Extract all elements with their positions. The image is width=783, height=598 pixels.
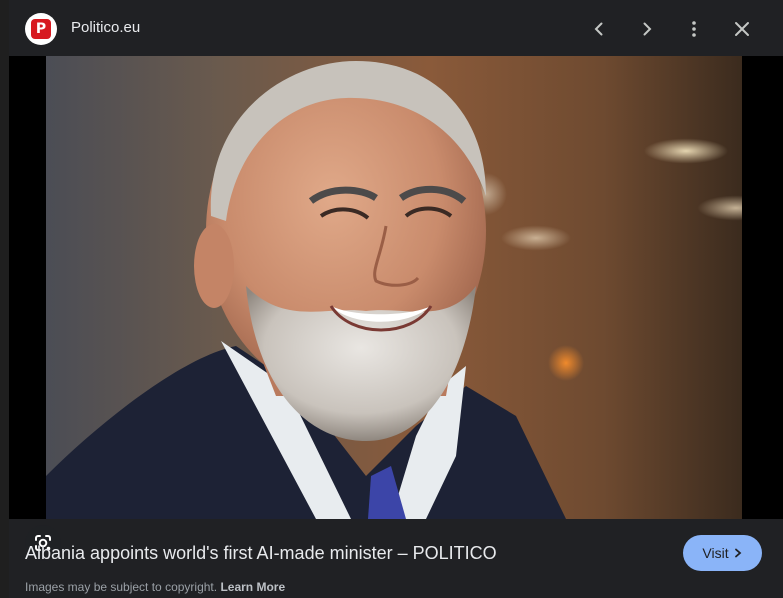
more-vert-icon xyxy=(692,21,696,37)
image-preview-panel: P Politico.eu Albania appoints world's f… xyxy=(9,0,783,598)
preview-image[interactable] xyxy=(46,56,742,519)
close-icon xyxy=(735,22,749,36)
close-button[interactable] xyxy=(727,14,757,44)
visit-button[interactable]: Visit xyxy=(683,535,762,571)
visit-label: Visit xyxy=(702,545,729,561)
next-button[interactable] xyxy=(632,14,662,44)
copyright-text: Images may be subject to copyright. xyxy=(25,580,218,594)
copyright-notice: Images may be subject to copyright. Lear… xyxy=(25,580,285,594)
previous-button[interactable] xyxy=(584,14,614,44)
more-options-button[interactable] xyxy=(679,14,709,44)
learn-more-link[interactable]: Learn More xyxy=(220,580,285,594)
site-favicon[interactable]: P xyxy=(25,13,57,45)
preview-header: P Politico.eu xyxy=(9,0,783,56)
chevron-right-icon xyxy=(734,548,741,558)
portrait-illustration xyxy=(46,61,566,519)
image-viewer xyxy=(9,56,783,561)
favicon-logo: P xyxy=(31,19,51,39)
chevron-left-icon xyxy=(594,22,603,36)
chevron-right-icon xyxy=(643,22,652,36)
result-title[interactable]: Albania appoints world's first AI-made m… xyxy=(25,543,497,564)
site-name[interactable]: Politico.eu xyxy=(71,19,140,36)
